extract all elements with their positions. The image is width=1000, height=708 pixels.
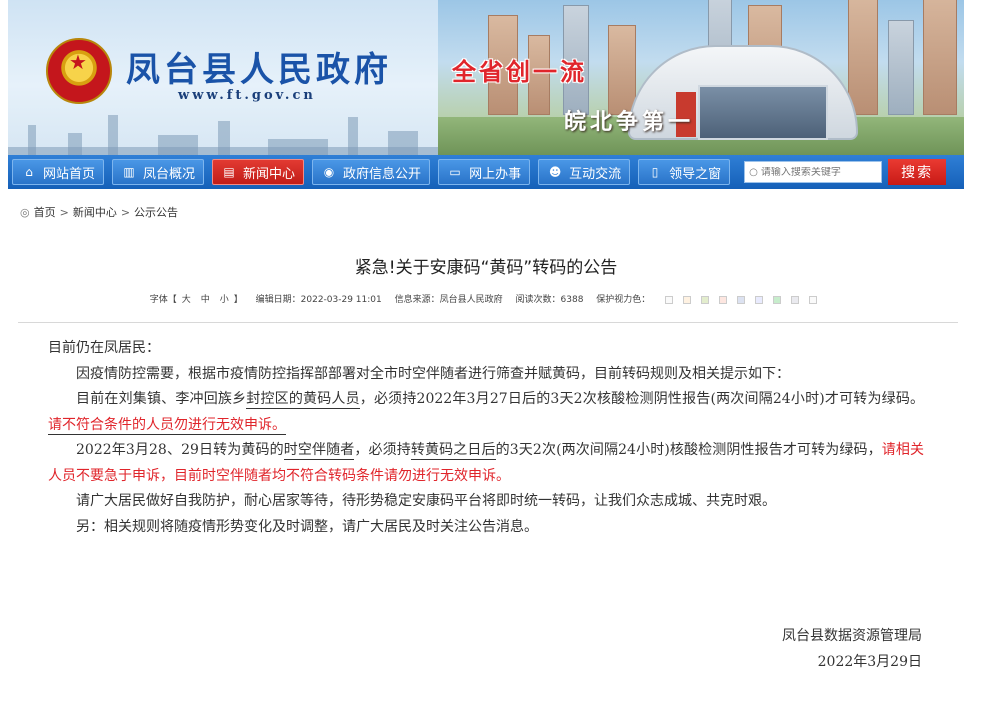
- eye-care-swatch[interactable]: [665, 295, 674, 304]
- people-icon: ☻: [548, 165, 562, 179]
- search-button[interactable]: 搜索: [888, 159, 947, 185]
- location-pin-icon: ◎: [20, 205, 30, 219]
- article-paragraph: 因疫情防控需要，根据市疫情防控指挥部部署对全市时空伴随者进行筛查并赋黄码，目前转…: [76, 365, 790, 382]
- city-icon: ▥: [123, 165, 135, 179]
- banner-slogan-1: 全省创一流: [452, 57, 587, 86]
- breadcrumb: ◎ 首页 > 新闻中心 > 公示公告: [20, 204, 178, 220]
- warning-text: 请不符合条件的人员勿进行无效申诉。: [48, 416, 286, 435]
- eye-care-swatches: [660, 295, 822, 305]
- article-paragraph: 2022年3月28、29日转为黄码的时空伴随者，必须持转黄码之日后的3天2次(两…: [48, 438, 924, 489]
- nav-item-label: 政府信息公开: [343, 166, 422, 182]
- article-paragraph: 另：相关规则将随疫情形势变化及时调整，请广大居民及时关注公告消息。: [76, 518, 538, 535]
- search-input[interactable]: [760, 166, 873, 178]
- signature-organization: 凤台县数据资源管理局: [782, 628, 922, 644]
- banner-building: [923, 0, 957, 115]
- breadcrumb-announcements[interactable]: 公示公告: [134, 204, 178, 220]
- compass-icon: ◉: [323, 165, 335, 179]
- text-run: ，必须持: [359, 391, 417, 407]
- page-margin: [964, 0, 1000, 708]
- eye-care-swatch[interactable]: [755, 295, 764, 304]
- edit-date: 编辑日期：2022-03-29 11:01: [255, 295, 382, 305]
- breadcrumb-news-center[interactable]: 新闻中心: [73, 204, 117, 220]
- nav-item-label: 网站首页: [43, 166, 96, 182]
- search-icon: ○: [749, 166, 758, 178]
- news-icon: ▤: [223, 165, 235, 179]
- banner-building: [888, 20, 914, 115]
- breadcrumb-home[interactable]: 首页: [34, 204, 56, 220]
- text-run: 2022年3月28、29日转为黄码的: [76, 442, 284, 458]
- breadcrumb-separator: >: [120, 205, 131, 219]
- text-run: 目前在刘集镇、李冲回族乡: [76, 391, 247, 407]
- text-run: ，必须持: [354, 442, 411, 458]
- eye-care-label: 保护视力色：: [596, 295, 651, 305]
- article-paragraph: 目前在刘集镇、李冲回族乡封控区的黄码人员，必须持2022年3月27日后的3天2次…: [48, 387, 924, 438]
- nav-item-news[interactable]: ▤ 新闻中心: [212, 159, 305, 185]
- eye-care-swatch[interactable]: [701, 295, 710, 304]
- article-body: 目前仍在凤居民： 因疫情防控需要，根据市疫情防控指挥部部署对全市时空伴随者进行筛…: [48, 336, 924, 540]
- nav-item-home[interactable]: ⌂ 网站首页: [12, 159, 105, 185]
- font-size-control: 字体【大中小】: [149, 295, 243, 305]
- font-size-large[interactable]: 大: [182, 295, 191, 305]
- search-field-wrapper: ○: [744, 161, 883, 183]
- divider: [18, 322, 958, 323]
- text-run: 的3天2次(两次间隔24小时)核酸检测阴性报告才可转为绿码，: [495, 442, 882, 458]
- nav-item-label: 新闻中心: [243, 166, 296, 182]
- document-icon: ▯: [651, 165, 659, 179]
- eye-care-swatch[interactable]: [809, 295, 818, 304]
- banner-skyline-silhouette: [8, 109, 438, 155]
- info-source: 信息来源：凤台县人民政府: [394, 295, 503, 305]
- banner-slogan-2: 皖北争第一: [564, 109, 695, 135]
- national-emblem-logo: [46, 38, 112, 104]
- site-title: 凤台县人民政府: [126, 50, 392, 90]
- font-size-medium[interactable]: 中: [201, 295, 210, 305]
- nav-item-label: 凤台概况: [143, 166, 196, 182]
- underlined-text: 封控区的黄码人员: [246, 391, 360, 409]
- eye-care-swatch[interactable]: [719, 295, 728, 304]
- nav-item-interaction[interactable]: ☻ 互动交流: [538, 159, 631, 185]
- font-size-small[interactable]: 小: [220, 295, 229, 305]
- banner-stadium-facade: [698, 85, 828, 140]
- nav-item-overview[interactable]: ▥ 凤台概况: [112, 159, 205, 185]
- nav-item-online-services[interactable]: ▭ 网上办事: [438, 159, 531, 185]
- view-count: 阅读次数：6388: [515, 295, 584, 305]
- signature-date: 2022年3月29日: [817, 654, 922, 670]
- site-url: www.ft.gov.cn: [178, 88, 316, 103]
- article-title: 紧急!关于安康码“黄码”转码的公告: [354, 258, 618, 278]
- nav-item-leaders[interactable]: ▯ 领导之窗: [638, 159, 731, 185]
- eye-care-swatch[interactable]: [737, 295, 746, 304]
- breadcrumb-separator: >: [59, 205, 69, 219]
- article-meta: 字体【大中小】 编辑日期：2022-03-29 11:01 信息来源：凤台县人民…: [0, 292, 972, 305]
- nav-item-label: 领导之窗: [669, 166, 722, 182]
- banner-building: [848, 0, 878, 115]
- nav-item-label: 网上办事: [469, 166, 522, 182]
- text-run: 2022年3月27日后的3天2次核酸检测阴性报告(两次间隔24小时)才可转为绿码…: [416, 391, 925, 407]
- eye-care-swatch[interactable]: [773, 295, 782, 304]
- article-paragraph: 目前仍在凤居民：: [48, 340, 160, 356]
- article-paragraph: 请广大居民做好自我防护，耐心居家等待，待形势稳定安康码平台将即时统一转码，让我们…: [76, 493, 776, 509]
- underlined-text: 转黄码之日后: [410, 442, 496, 460]
- eye-care-swatch[interactable]: [683, 295, 692, 304]
- eye-care-swatch[interactable]: [791, 295, 800, 304]
- nav-item-label: 互动交流: [569, 166, 622, 182]
- header-banner: 凤台县人民政府 www.ft.gov.cn 全省创一流 皖北争第一: [8, 0, 964, 155]
- banner-building: [608, 25, 636, 115]
- underlined-text: 时空伴随者: [283, 442, 355, 460]
- monitor-icon: ▭: [449, 165, 461, 179]
- home-icon: ⌂: [25, 165, 33, 179]
- main-nav-bar: ⌂ 网站首页 ▥ 凤台概况 ▤ 新闻中心 ◉ 政府信息公开 ▭ 网上办事 ☻ 互…: [8, 155, 964, 189]
- nav-item-gov-info[interactable]: ◉ 政府信息公开: [312, 159, 431, 185]
